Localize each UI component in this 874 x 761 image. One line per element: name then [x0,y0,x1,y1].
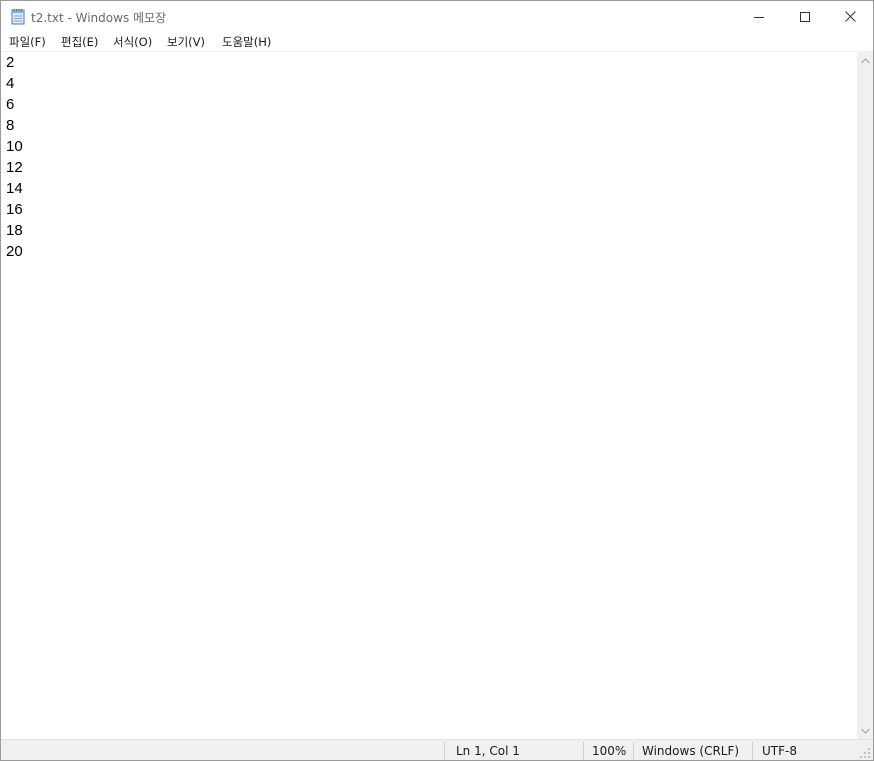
text-line: 14 [6,180,23,197]
status-divider [633,742,634,760]
menu-bar: 파일(F) 편집(E) 서식(O) 보기(V) 도움말(H) [1,32,873,52]
resize-grip-icon[interactable] [859,747,871,759]
text-line: 20 [6,243,23,260]
scroll-down-button[interactable] [857,722,873,739]
text-line: 16 [6,201,23,218]
status-bar: Ln 1, Col 1 100% Windows (CRLF) UTF-8 [1,739,873,760]
minimize-icon [754,16,764,18]
text-line: 4 [6,75,15,92]
text-line: 10 [6,138,23,155]
menu-file[interactable]: 파일(F) [9,34,46,50]
text-line: 2 [6,54,15,71]
menu-edit[interactable]: 편집(E) [61,34,98,50]
minimize-button[interactable] [736,1,782,32]
chevron-down-icon [860,728,870,734]
status-line-ending: Windows (CRLF) [642,744,740,758]
status-divider [444,742,445,760]
close-button[interactable] [827,1,873,32]
notepad-window: t2.txt - Windows 메모장 파일(F) 편집(E) 서식(O) 보… [0,0,874,761]
maximize-button[interactable] [782,1,828,32]
status-encoding: UTF-8 [762,744,797,758]
text-line: 8 [6,117,15,134]
maximize-icon [800,11,810,22]
status-cursor-position: Ln 1, Col 1 [456,744,520,758]
notepad-icon [11,8,25,25]
text-line: 18 [6,222,23,239]
status-divider [752,742,753,760]
menu-view[interactable]: 보기(V) [167,34,205,50]
title-bar[interactable]: t2.txt - Windows 메모장 [1,1,873,32]
menu-help[interactable]: 도움말(H) [222,34,271,50]
chevron-up-icon [860,57,870,63]
text-line: 12 [6,159,23,176]
scroll-up-button[interactable] [857,52,873,69]
text-editor[interactable]: 2 4 6 8 10 12 14 16 18 20 [1,52,857,739]
menu-format[interactable]: 서식(O) [113,34,152,50]
window-title: t2.txt - Windows 메모장 [31,11,167,25]
close-icon [844,11,856,22]
vertical-scrollbar[interactable] [857,52,873,739]
status-zoom: 100% [592,744,627,758]
text-line: 6 [6,96,15,113]
status-divider [583,742,584,760]
